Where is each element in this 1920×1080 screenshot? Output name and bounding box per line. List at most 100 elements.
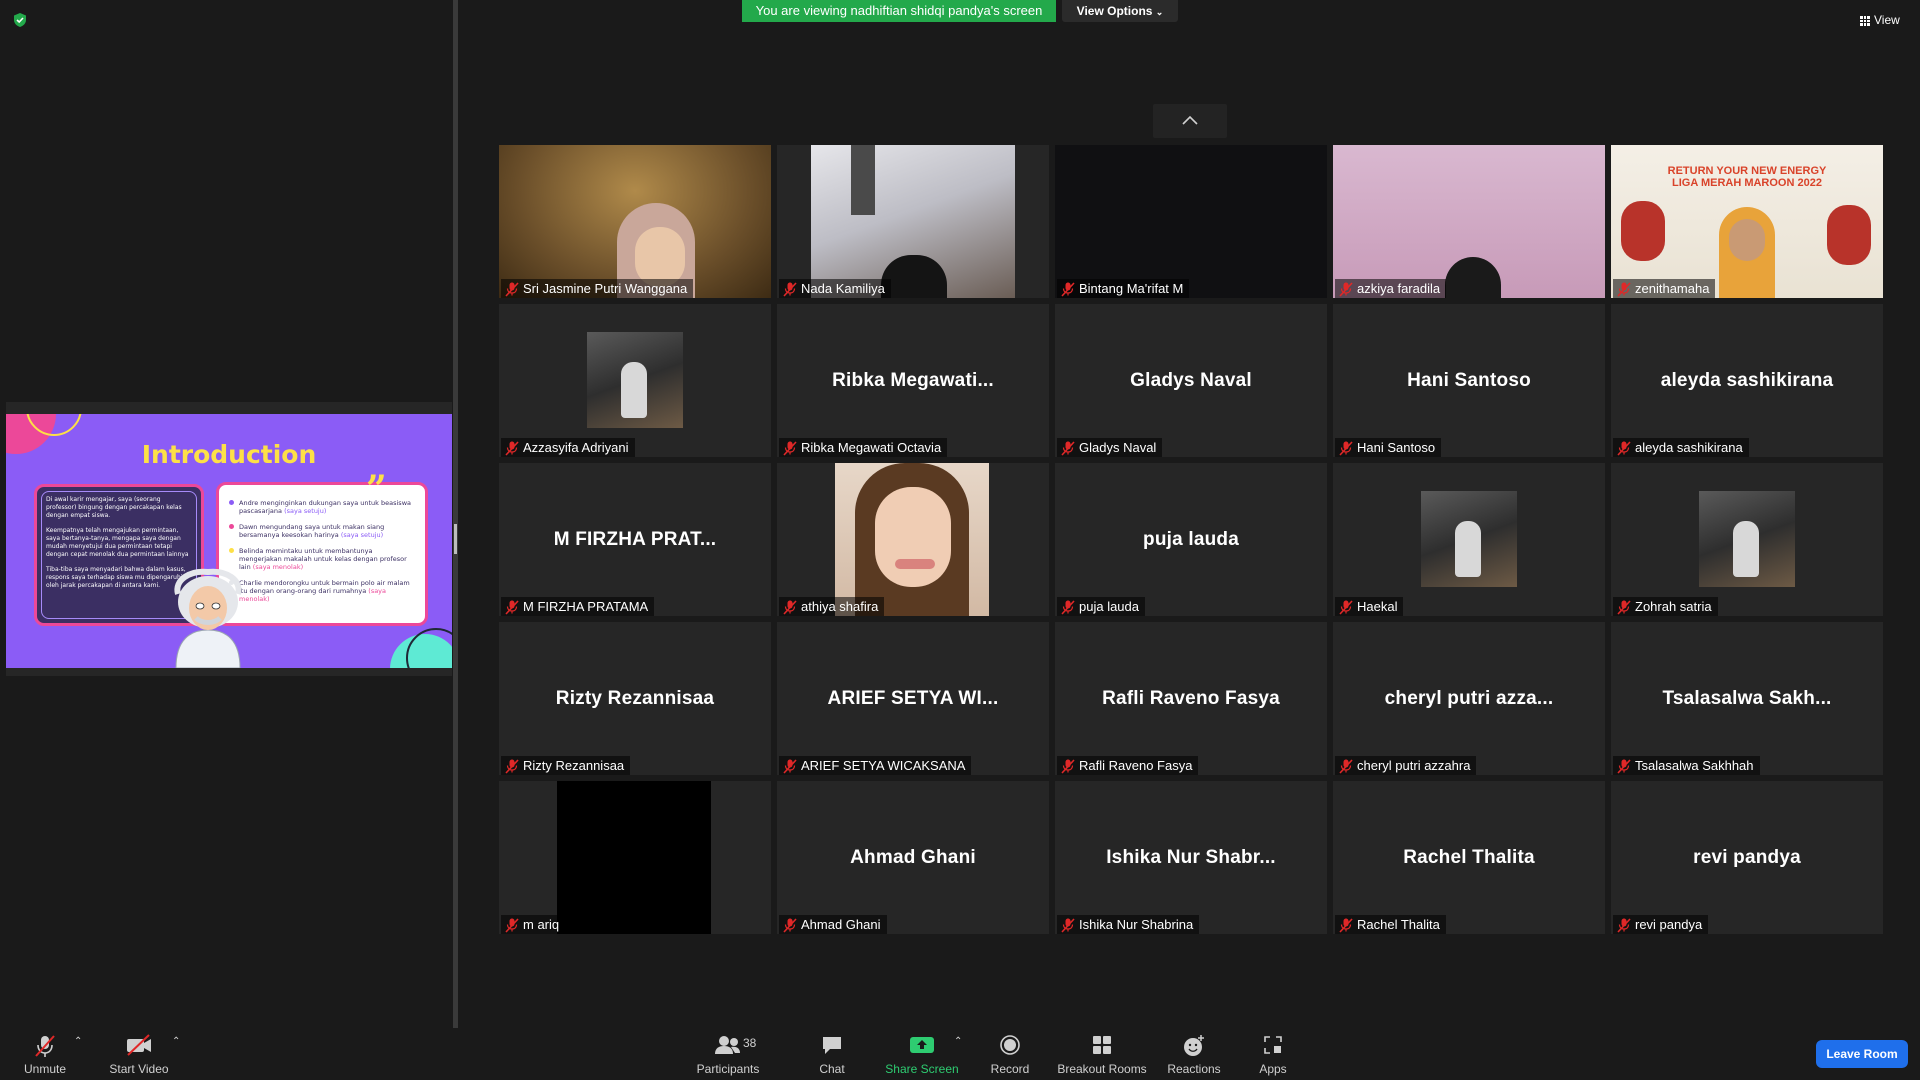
participant-tile[interactable]: Hani Santoso Hani Santoso: [1333, 304, 1605, 457]
participant-tile[interactable]: Sri Jasmine Putri Wanggana: [499, 145, 771, 298]
record-button[interactable]: Record: [986, 1028, 1034, 1080]
participants-icon: [715, 1036, 740, 1054]
participant-tile[interactable]: Zohrah satria: [1611, 463, 1883, 616]
view-layout-button[interactable]: View: [1860, 10, 1908, 30]
breakout-rooms-label: Breakout Rooms: [1057, 1062, 1147, 1076]
audio-options-caret[interactable]: ⌃: [72, 1028, 86, 1080]
participant-tile[interactable]: Rizty Rezannisaa Rizty Rezannisaa: [499, 622, 771, 775]
shared-screen-panel: Introduction Di awal karir mengajar, say…: [0, 0, 452, 1028]
participant-tile[interactable]: puja lauda puja lauda: [1055, 463, 1327, 616]
mic-muted-icon: [783, 281, 797, 297]
participant-tile[interactable]: Gladys Naval Gladys Naval: [1055, 304, 1327, 457]
participant-name-label: Ahmad Ghani: [779, 915, 887, 934]
participant-tile[interactable]: RETURN YOUR NEW ENERGY LIGA MERAH MAROON …: [1611, 145, 1883, 298]
mic-muted-icon: [505, 758, 519, 774]
participant-tile[interactable]: Ribka Megawati... Ribka Megawati Octavia: [777, 304, 1049, 457]
participant-tile[interactable]: Rachel Thalita Rachel Thalita: [1333, 781, 1605, 934]
participant-display-name: Ahmad Ghani: [850, 847, 976, 868]
mic-muted-icon: [1061, 440, 1075, 456]
mic-muted-icon: [35, 1035, 55, 1057]
participant-tile[interactable]: Azzasyifa Adriyani: [499, 304, 771, 457]
unmute-button[interactable]: Unmute: [14, 1028, 76, 1080]
chat-button[interactable]: Chat: [812, 1028, 852, 1080]
mic-muted-icon: [1617, 281, 1631, 297]
participant-name: Gladys Naval: [1079, 440, 1157, 455]
participant-name-label: Rafli Raveno Fasya: [1057, 756, 1199, 775]
participant-name: azkiya faradila: [1357, 281, 1441, 296]
participant-name: athiya shafira: [801, 599, 879, 614]
leave-room-button[interactable]: Leave Room: [1816, 1040, 1908, 1068]
share-options-caret[interactable]: ⌃: [952, 1028, 966, 1080]
participant-tile[interactable]: ARIEF SETYA WI... ARIEF SETYA WICAKSANA: [777, 622, 1049, 775]
participant-photo: [1421, 491, 1517, 587]
breakout-rooms-button[interactable]: Breakout Rooms: [1056, 1028, 1148, 1080]
participant-tile[interactable]: Haekal: [1333, 463, 1605, 616]
video-options-caret[interactable]: ⌃: [170, 1028, 184, 1080]
participant-tile[interactable]: Tsalasalwa Sakh... Tsalasalwa Sakhhah: [1611, 622, 1883, 775]
participant-name: aleyda sashikirana: [1635, 440, 1743, 455]
participant-tile[interactable]: athiya shafira: [777, 463, 1049, 616]
meeting-toolbar: Unmute ⌃ Start Video ⌃ Participants Chat…: [0, 1028, 1920, 1080]
view-options-dropdown[interactable]: View Options ⌄: [1062, 0, 1178, 22]
participant-tile[interactable]: cheryl putri azza... cheryl putri azzahra: [1333, 622, 1605, 775]
participant-tile[interactable]: Ishika Nur Shabr... Ishika Nur Shabrina: [1055, 781, 1327, 934]
participant-name-label: m ariq: [501, 915, 566, 934]
reactions-button[interactable]: Reactions: [1164, 1028, 1224, 1080]
participant-name-label: M FIRZHA PRATAMA: [501, 597, 655, 616]
slide-bullet: Charlie mendorongku untuk bermain polo a…: [227, 579, 417, 603]
apps-icon: [1264, 1036, 1282, 1054]
mic-muted-icon: [783, 917, 797, 933]
view-options-label: View Options: [1076, 4, 1153, 18]
participant-tile[interactable]: revi pandya revi pandya: [1611, 781, 1883, 934]
breakout-rooms-icon: [1093, 1036, 1111, 1054]
participant-tile[interactable]: azkiya faradila: [1333, 145, 1605, 298]
start-video-button[interactable]: Start Video: [104, 1028, 174, 1080]
professor-illustration: [166, 554, 250, 668]
participant-name: puja lauda: [1079, 599, 1139, 614]
participant-tile[interactable]: Bintang Ma'rifat M: [1055, 145, 1327, 298]
participant-name: Tsalasalwa Sakhhah: [1635, 758, 1754, 773]
mic-muted-icon: [783, 599, 797, 615]
participant-name-label: ARIEF SETYA WICAKSANA: [779, 756, 972, 775]
gallery-page-up-button[interactable]: [1153, 104, 1227, 138]
chevron-up-icon: [1182, 115, 1198, 125]
participant-name: Hani Santoso: [1357, 440, 1436, 455]
participant-video: [499, 145, 771, 298]
bullet-note: (saya menolak): [252, 563, 304, 571]
record-icon: [1000, 1035, 1020, 1055]
participant-display-name: ARIEF SETYA WI...: [827, 688, 999, 709]
mic-muted-icon: [505, 599, 519, 615]
participant-tile[interactable]: Rafli Raveno Fasya Rafli Raveno Fasya: [1055, 622, 1327, 775]
participant-name: zenithamaha: [1635, 281, 1710, 296]
participant-name: Rachel Thalita: [1357, 917, 1440, 932]
participant-video: [557, 781, 711, 934]
participant-name: Rafli Raveno Fasya: [1079, 758, 1193, 773]
record-label: Record: [990, 1062, 1030, 1076]
participant-name: cheryl putri azzahra: [1357, 758, 1471, 773]
participant-display-name: Rachel Thalita: [1403, 847, 1535, 868]
participant-name: Zohrah satria: [1635, 599, 1712, 614]
apps-button[interactable]: Apps: [1254, 1028, 1292, 1080]
security-shield-icon[interactable]: [12, 12, 28, 28]
participant-display-name: revi pandya: [1693, 847, 1801, 868]
reactions-icon: [1184, 1035, 1204, 1056]
participant-tile[interactable]: Ahmad Ghani Ahmad Ghani: [777, 781, 1049, 934]
presentation-slide: Introduction Di awal karir mengajar, say…: [6, 414, 452, 668]
slide-title: Introduction: [141, 440, 317, 469]
participant-name: Bintang Ma'rifat M: [1079, 281, 1184, 296]
participant-name: Haekal: [1357, 599, 1398, 614]
shared-slide-thumbnail[interactable]: Introduction Di awal karir mengajar, say…: [6, 402, 452, 676]
slide-bullet: Dawn mengundang saya untuk makan siang b…: [227, 523, 417, 539]
mic-muted-icon: [1339, 440, 1353, 456]
panel-divider[interactable]: [453, 0, 458, 1028]
participant-display-name: Rizty Rezannisaa: [555, 688, 715, 709]
participant-tile[interactable]: M FIRZHA PRAT... M FIRZHA PRATAMA: [499, 463, 771, 616]
participant-tile[interactable]: Nada Kamiliya: [777, 145, 1049, 298]
participant-tile[interactable]: m ariq: [499, 781, 771, 934]
share-screen-button[interactable]: Share Screen: [882, 1028, 962, 1080]
participant-name: Nada Kamiliya: [801, 281, 885, 296]
participant-tile[interactable]: aleyda sashikirana aleyda sashikirana: [1611, 304, 1883, 457]
mic-muted-icon: [1617, 758, 1631, 774]
mic-muted-icon: [783, 440, 797, 456]
divider-drag-handle[interactable]: [454, 524, 457, 554]
